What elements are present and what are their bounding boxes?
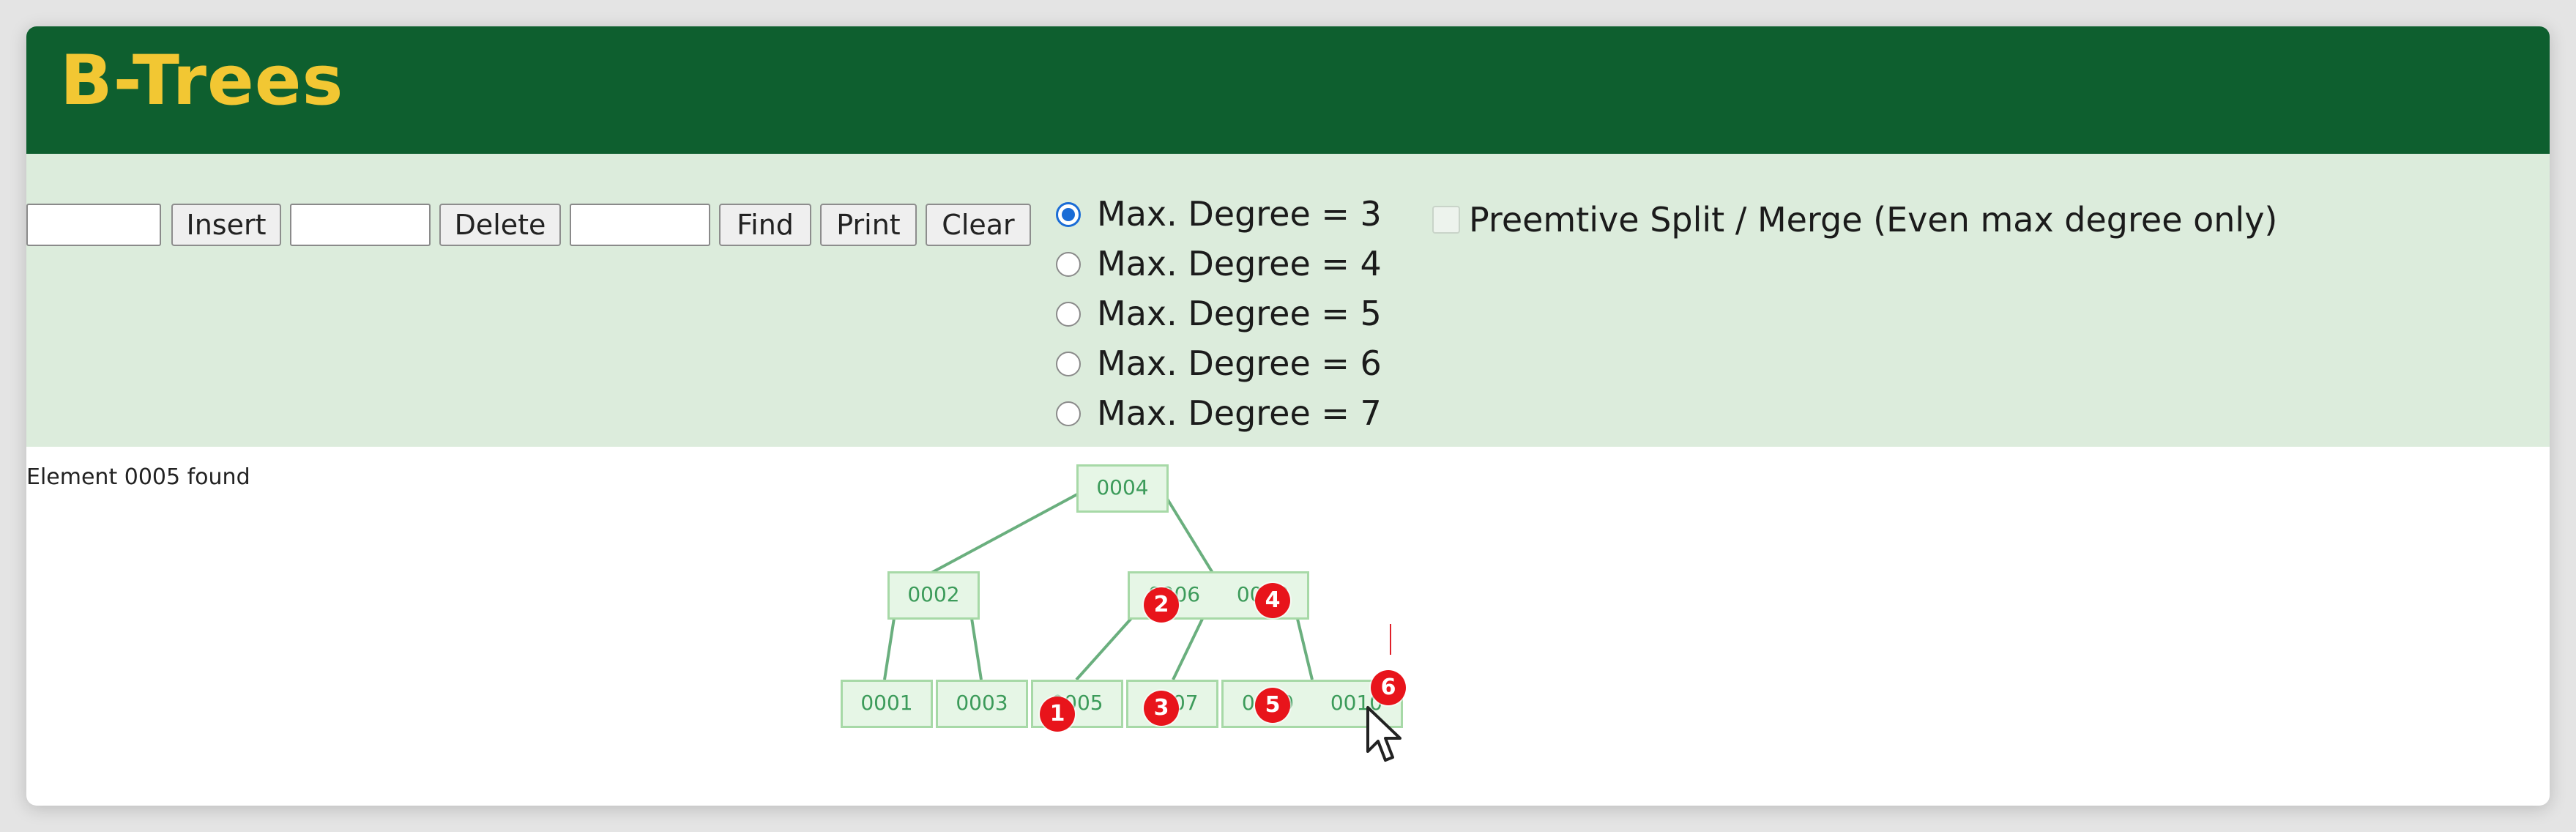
text-caret <box>1390 624 1391 655</box>
mouse-pointer-icon <box>1366 706 1401 762</box>
node-key: 0001 <box>860 691 913 715</box>
tree-node-leaf: 0003 <box>936 680 1028 728</box>
step-marker: 5 <box>1255 688 1290 723</box>
step-marker: 2 <box>1144 587 1179 623</box>
node-key: 0002 <box>907 582 960 606</box>
tree-node-leaf: 0001 <box>841 680 933 728</box>
tree-node-internal: 0002 <box>887 571 980 620</box>
node-key: 0003 <box>956 691 1008 715</box>
tree-node-root: 0004 <box>1076 464 1169 513</box>
tree-edge <box>931 488 1087 574</box>
node-key: 0004 <box>1096 475 1149 499</box>
app-window: B-Trees Insert Delete Find Print Clear M… <box>26 26 2550 806</box>
step-marker: 1 <box>1040 697 1075 732</box>
step-marker: 4 <box>1255 583 1290 618</box>
step-marker: 3 <box>1144 691 1179 726</box>
step-marker: 6 <box>1371 670 1406 705</box>
tree-edge <box>1160 488 1214 574</box>
